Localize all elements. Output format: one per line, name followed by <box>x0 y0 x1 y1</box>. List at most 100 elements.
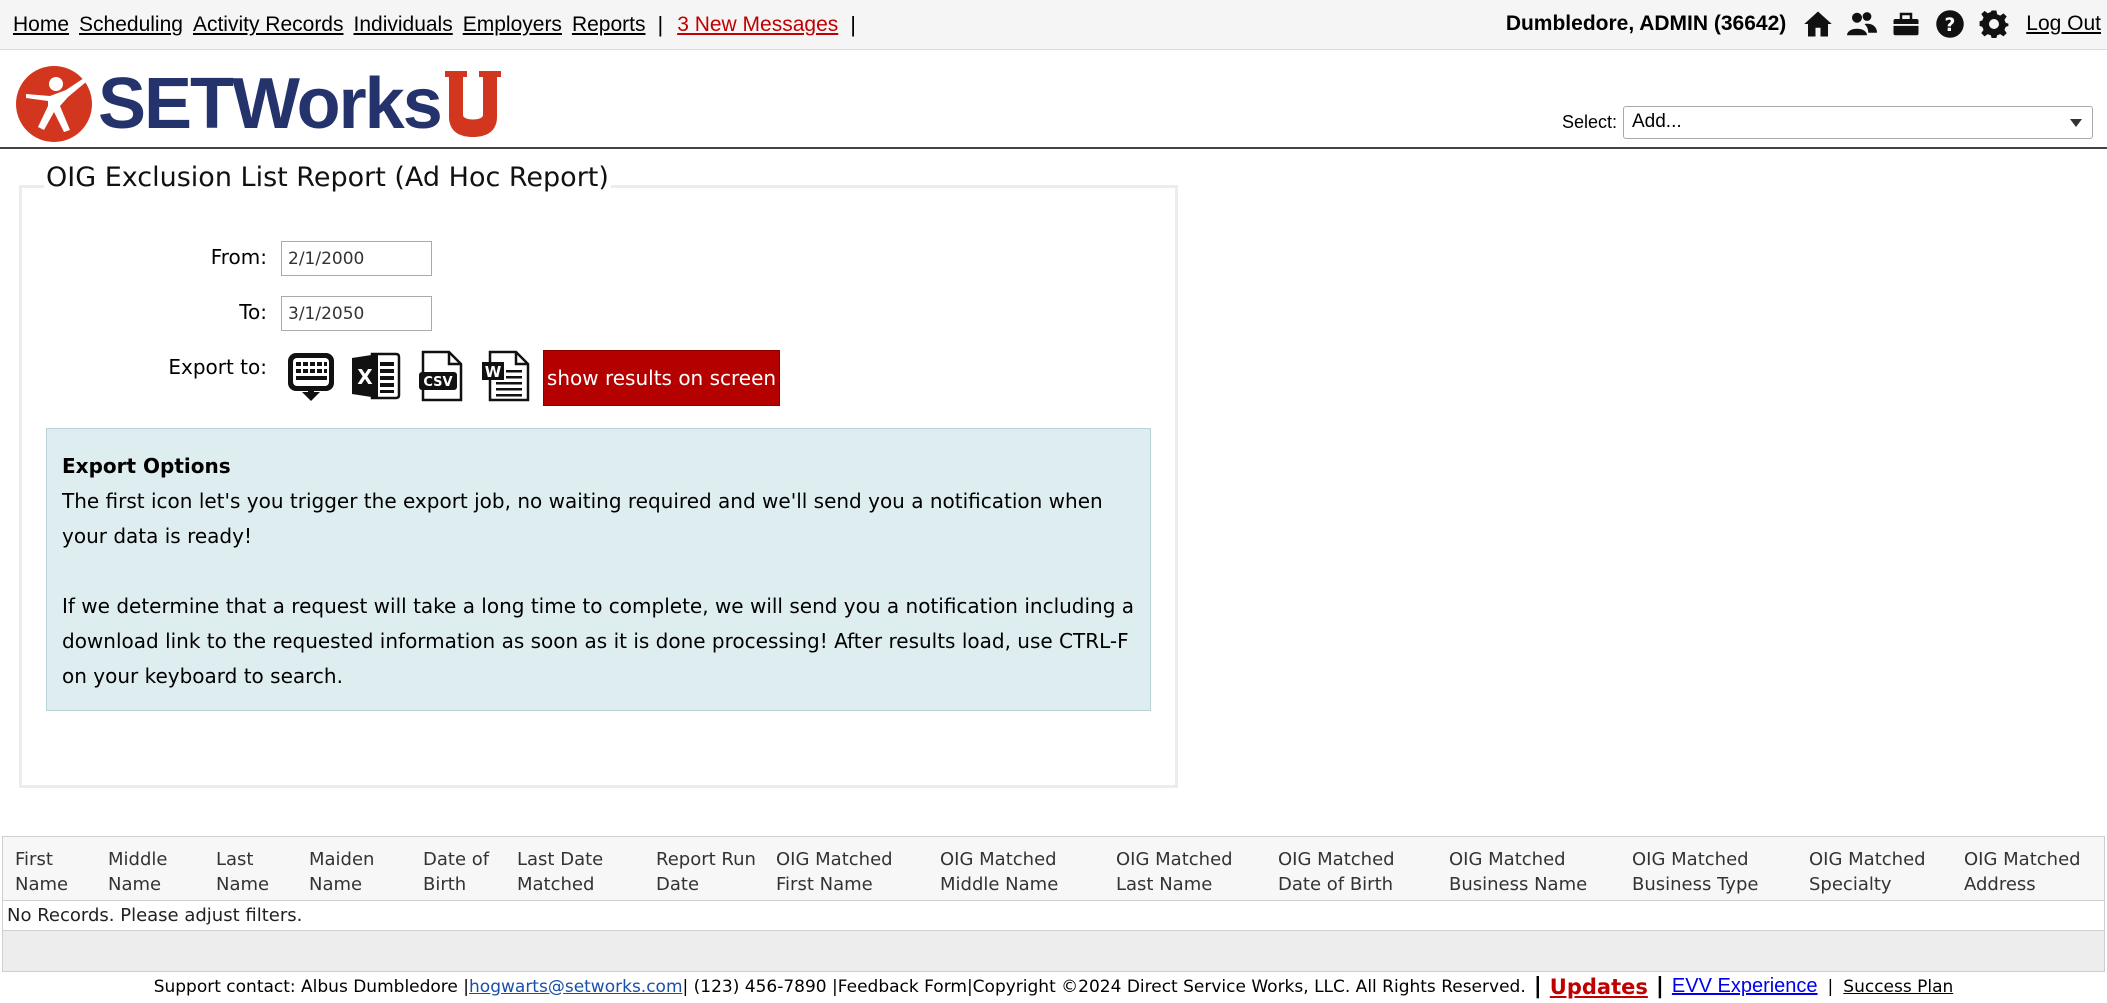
svg-text:?: ? <box>1945 15 1956 36</box>
column-header-line: Name <box>15 874 69 895</box>
column-header-line: Maiden <box>309 849 375 870</box>
updates-link[interactable]: Updates <box>1550 975 1648 999</box>
column-header-line: Name <box>216 874 270 895</box>
column-header-line: First <box>15 849 53 870</box>
column-header-line: Report Run <box>656 849 756 870</box>
column-header-line: Business Name <box>1449 874 1588 895</box>
support-email-link[interactable]: hogwarts@setworks.com <box>469 977 683 997</box>
new-messages-link[interactable]: 3 New Messages <box>677 13 838 37</box>
column-header-line: OIG Matched <box>1809 849 1926 870</box>
column-header-line: Name <box>309 874 363 895</box>
column-header-line: Last Date <box>517 849 604 870</box>
column-header[interactable]: Date of Birth <box>423 847 489 897</box>
briefcase-icon[interactable] <box>1889 8 1923 40</box>
column-header[interactable]: OIG Matched Business Type <box>1632 847 1758 897</box>
column-header[interactable]: OIG Matched Business Name <box>1449 847 1587 897</box>
excel-icon[interactable]: X <box>350 350 402 402</box>
to-date-input[interactable] <box>281 296 432 331</box>
from-label: From: <box>210 245 267 269</box>
results-table: First Name Middle Name Last Name Maiden Name Dat… <box>2 836 2105 972</box>
nav-home-link[interactable]: Home <box>13 13 69 37</box>
csv-icon[interactable]: CSV <box>415 350 467 402</box>
column-header-line: OIG Matched <box>1964 849 2081 870</box>
column-header-line: Address <box>1964 874 2036 895</box>
export-options-title: Export Options <box>62 454 231 478</box>
user-nav: Dumbledore, ADMIN (36642) ? Log Out <box>1506 8 2101 40</box>
gear-icon[interactable] <box>1977 8 2011 40</box>
export-options-info: Export Options The first icon let's you … <box>46 428 1151 711</box>
export-options-paragraph-2: If we determine that a request will take… <box>62 594 1135 688</box>
logout-link[interactable]: Log Out <box>2026 12 2101 36</box>
column-header[interactable]: First Name <box>15 847 68 897</box>
column-header-line: Specialty <box>1809 874 1892 895</box>
export-label: Export to: <box>168 355 267 379</box>
column-header-line: Date <box>656 874 700 895</box>
support-phone: | (123) 456-7890 | <box>682 976 838 997</box>
column-header[interactable]: OIG Matched Last Name <box>1116 847 1233 897</box>
export-options-paragraph-1: The first icon let's you trigger the exp… <box>62 489 1103 548</box>
column-header-line: OIG Matched <box>1632 849 1749 870</box>
logo-u-emblem <box>444 71 501 137</box>
select-label: Select: <box>1561 112 1617 132</box>
add-select-dropdown[interactable]: Add... <box>1623 106 2093 139</box>
users-icon[interactable] <box>1845 8 1879 40</box>
footer-separator: | <box>1827 976 1834 997</box>
show-results-button[interactable]: show results on screen <box>543 350 780 406</box>
nav-separator: | <box>657 12 664 37</box>
nav-separator: | <box>850 12 856 37</box>
app-header: SETWorks Select: Add... <box>0 50 2107 149</box>
export-job-icon[interactable] <box>285 350 337 402</box>
select-value: Add... <box>1632 111 1682 132</box>
from-date-input[interactable] <box>281 241 432 276</box>
column-header-line: OIG Matched <box>940 849 1057 870</box>
setworks-logo[interactable]: SETWorks <box>14 64 503 144</box>
column-header[interactable]: Last Name <box>216 847 269 897</box>
svg-text:CSV: CSV <box>423 375 452 390</box>
nav-individuals-link[interactable]: Individuals <box>354 13 453 37</box>
empty-results-message: No Records. Please adjust filters. <box>7 905 303 926</box>
column-header-line: Last Name <box>1116 874 1213 895</box>
column-header-line: Date of <box>423 849 490 870</box>
evv-experience-link[interactable]: EVV Experience <box>1672 975 1818 998</box>
column-header[interactable]: OIG Matched Date of Birth <box>1278 847 1395 897</box>
help-icon[interactable]: ? <box>1933 8 1967 40</box>
copyright-text: |Copyright ©2024 Direct Service Works, L… <box>966 976 1526 997</box>
home-icon[interactable] <box>1801 8 1835 40</box>
top-nav-bar: Home Scheduling Activity Records Individ… <box>0 0 2107 50</box>
column-header[interactable]: OIG Matched Specialty <box>1809 847 1926 897</box>
word-icon[interactable]: W <box>480 350 532 402</box>
column-header[interactable]: OIG Matched Address <box>1964 847 2081 897</box>
svg-text:W: W <box>485 363 502 381</box>
table-header-row: First Name Middle Name Last Name Maiden Name Dat… <box>3 837 2104 901</box>
column-header[interactable]: Maiden Name <box>309 847 374 897</box>
column-header-line: Name <box>108 874 162 895</box>
nav-activity-records-link[interactable]: Activity Records <box>193 13 344 37</box>
column-header-line: Matched <box>517 874 595 895</box>
logo-wordmark: SETWorks <box>98 64 443 144</box>
column-header-line: OIG Matched <box>1278 849 1395 870</box>
column-header[interactable]: OIG Matched First Name <box>776 847 893 897</box>
nav-scheduling-link[interactable]: Scheduling <box>79 13 183 37</box>
support-contact: Support contact: Albus Dumbledore | <box>153 976 470 997</box>
add-select-group: Select: Add... <box>1562 106 2093 139</box>
column-header-line: Middle Name <box>940 874 1059 895</box>
current-user-name: Dumbledore, ADMIN (36642) <box>1505 12 1787 35</box>
column-header-line: First Name <box>776 874 873 895</box>
footer-separator: | <box>1533 974 1542 999</box>
column-header[interactable]: Middle Name <box>108 847 167 897</box>
column-header-line: OIG Matched <box>1116 849 1233 870</box>
feedback-form-link[interactable]: Feedback Form <box>838 977 967 997</box>
table-footer <box>3 930 2104 971</box>
nav-reports-link[interactable]: Reports <box>572 13 646 37</box>
svg-text:X: X <box>357 365 373 389</box>
column-header[interactable]: Report Run Date <box>656 847 756 897</box>
column-header-line: Birth <box>423 874 467 895</box>
nav-employers-link[interactable]: Employers <box>463 13 562 37</box>
column-header-line: OIG Matched <box>776 849 893 870</box>
column-header[interactable]: Last Date Matched <box>517 847 603 897</box>
column-header[interactable]: OIG Matched Middle Name <box>940 847 1058 897</box>
success-plan-link[interactable]: Success Plan <box>1843 977 1953 997</box>
chevron-down-icon <box>2070 119 2082 127</box>
to-label: To: <box>239 300 267 324</box>
column-header-line: Middle <box>108 849 168 870</box>
